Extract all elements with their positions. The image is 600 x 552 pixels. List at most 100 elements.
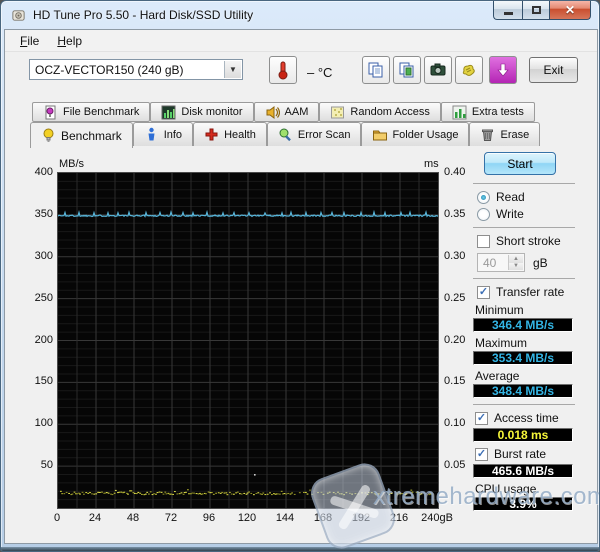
x-tick-label: 192 [351, 512, 371, 524]
y-right-axis-unit: ms [424, 158, 439, 170]
write-radio-row[interactable]: Write [477, 207, 579, 221]
tab-label: Error Scan [297, 128, 351, 141]
transfer-rate-checkbox[interactable]: ✓ [477, 285, 490, 299]
access-time-row[interactable]: ✓ Access time [475, 411, 579, 425]
y-left-tick-label: 200 [34, 333, 53, 346]
y-right-tick-label: 0.05 [444, 459, 466, 472]
copy-image-icon [399, 62, 414, 78]
benchmark-plot [57, 172, 439, 509]
y-left-tick-label: 150 [34, 375, 53, 388]
short-stroke-size-input[interactable]: 40 ▲ ▼ [477, 253, 525, 272]
tab-benchmark[interactable]: Benchmark [30, 122, 133, 148]
divider [473, 404, 575, 405]
y-right-tick-label: 0.40 [444, 166, 466, 178]
export-icon [462, 64, 475, 76]
tab-disk-monitor[interactable]: Disk monitor [150, 102, 254, 122]
burst-rate-row[interactable]: ✓ Burst rate [475, 447, 579, 461]
x-tick-label: 0 [53, 512, 61, 524]
health-icon [205, 128, 218, 141]
tab-label: Erase [500, 128, 530, 141]
disk-monitor-icon [161, 105, 176, 119]
cpu-usage-value: 3.9% [473, 497, 573, 511]
x-tick-label: 120 [237, 512, 257, 524]
app-window: HD Tune Pro 5.50 - Hard Disk/SSD Utility… [0, 0, 600, 552]
access-time-checkbox[interactable]: ✓ [475, 411, 488, 425]
tab-erase[interactable]: Erase [469, 122, 541, 146]
x-tick-label: 168 [313, 512, 333, 524]
y-left-tick-label: 250 [34, 291, 53, 304]
download-arrow-icon [497, 63, 509, 77]
camera-icon [430, 63, 446, 76]
spinner-buttons[interactable]: ▲ ▼ [508, 255, 523, 270]
start-label: Start [507, 156, 533, 171]
tab-strip: File Benchmark Disk monitor AAM Random Acce… [5, 100, 597, 148]
read-radio-row[interactable]: Read [477, 190, 579, 204]
copy-text-icon [368, 62, 383, 78]
client-area: FileHelp OCZ-VECTOR150 (240 gB) ▼ – °C [4, 29, 598, 544]
short-stroke-size-value: 40 [483, 255, 497, 270]
menu-bar: File Help [5, 30, 597, 52]
write-radio[interactable] [477, 207, 490, 221]
tab-file-benchmark[interactable]: File Benchmark [32, 102, 151, 122]
tab-extra-tests[interactable]: Extra tests [440, 102, 535, 122]
short-stroke-size-row: 40 ▲ ▼ gB [477, 253, 579, 272]
copy-image-button[interactable] [393, 56, 421, 84]
drive-select-value: OCZ-VECTOR150 (240 gB) [35, 62, 184, 77]
x-tick-label: 48 [126, 512, 140, 524]
y-right-tick-label: 0.20 [444, 333, 466, 346]
tab-label: Disk monitor [181, 106, 243, 118]
y-right-tick-label: 0.10 [444, 417, 466, 430]
title-bar[interactable]: HD Tune Pro 5.50 - Hard Disk/SSD Utility… [1, 1, 599, 29]
tab-folder-usage[interactable]: Folder Usage [361, 122, 470, 146]
benchmark-controls: Start Read Write Short stroke 40 ▲ ▼ gB … [467, 150, 579, 511]
export-button[interactable] [455, 56, 483, 84]
y-right-tick-label: 0.25 [444, 291, 466, 304]
temperature-value: – °C [307, 65, 333, 80]
y-left-tick-label: 400 [34, 166, 53, 178]
short-stroke-unit: gB [533, 255, 548, 270]
tab-label: Info [163, 128, 183, 141]
burst-rate-checkbox[interactable]: ✓ [475, 447, 488, 461]
maximum-label: Maximum [475, 336, 528, 350]
aam-icon [266, 105, 280, 119]
y-left-tick-label: 100 [34, 417, 53, 430]
app-icon [12, 10, 25, 21]
x-tick-label: 144 [275, 512, 295, 524]
screenshot-button[interactable] [424, 56, 452, 84]
download-button[interactable] [489, 56, 517, 84]
short-stroke-checkbox[interactable] [477, 234, 490, 248]
tab-random-access[interactable]: Random Access [319, 102, 441, 122]
divider [473, 183, 575, 184]
thermometer-icon [278, 61, 288, 80]
temperature-button[interactable] [269, 56, 297, 84]
tab-error-scan[interactable]: Error Scan [266, 122, 362, 146]
start-button[interactable]: Start [484, 152, 556, 175]
x-tick-label: 216 [389, 512, 409, 524]
tab-aam[interactable]: AAM [253, 102, 320, 122]
tab-health[interactable]: Health [193, 122, 267, 146]
exit-button[interactable]: Exit [529, 57, 578, 83]
y-right-tick-label: 0.15 [444, 375, 466, 388]
tab-info[interactable]: Info [132, 122, 194, 146]
exit-label: Exit [543, 63, 564, 77]
tab-label: Benchmark [61, 128, 122, 143]
menu-file[interactable]: File [11, 32, 48, 50]
cpu-usage-label: CPU usage [475, 482, 537, 496]
maximize-button[interactable] [522, 1, 550, 20]
toolbar: OCZ-VECTOR150 (240 gB) ▼ – °C Exit [5, 52, 597, 100]
random-access-icon [331, 106, 345, 118]
access-time-value: 0.018 ms [473, 428, 573, 442]
drive-select[interactable]: OCZ-VECTOR150 (240 gB) ▼ [29, 59, 243, 80]
read-radio[interactable] [477, 190, 490, 204]
copy-text-button[interactable] [362, 56, 390, 84]
divider [473, 278, 575, 279]
minimize-button[interactable] [493, 1, 522, 20]
transfer-rate-row[interactable]: ✓ Transfer rate [477, 285, 579, 299]
menu-help[interactable]: Help [48, 32, 91, 50]
close-button[interactable]: ✕ [550, 1, 591, 20]
minimum-label: Minimum [475, 303, 524, 317]
access-time-label: Access time [494, 411, 559, 425]
short-stroke-row[interactable]: Short stroke [477, 234, 579, 248]
y-right-tick-label: 0.35 [444, 207, 466, 220]
y-right-tick-label: 0.30 [444, 249, 466, 262]
